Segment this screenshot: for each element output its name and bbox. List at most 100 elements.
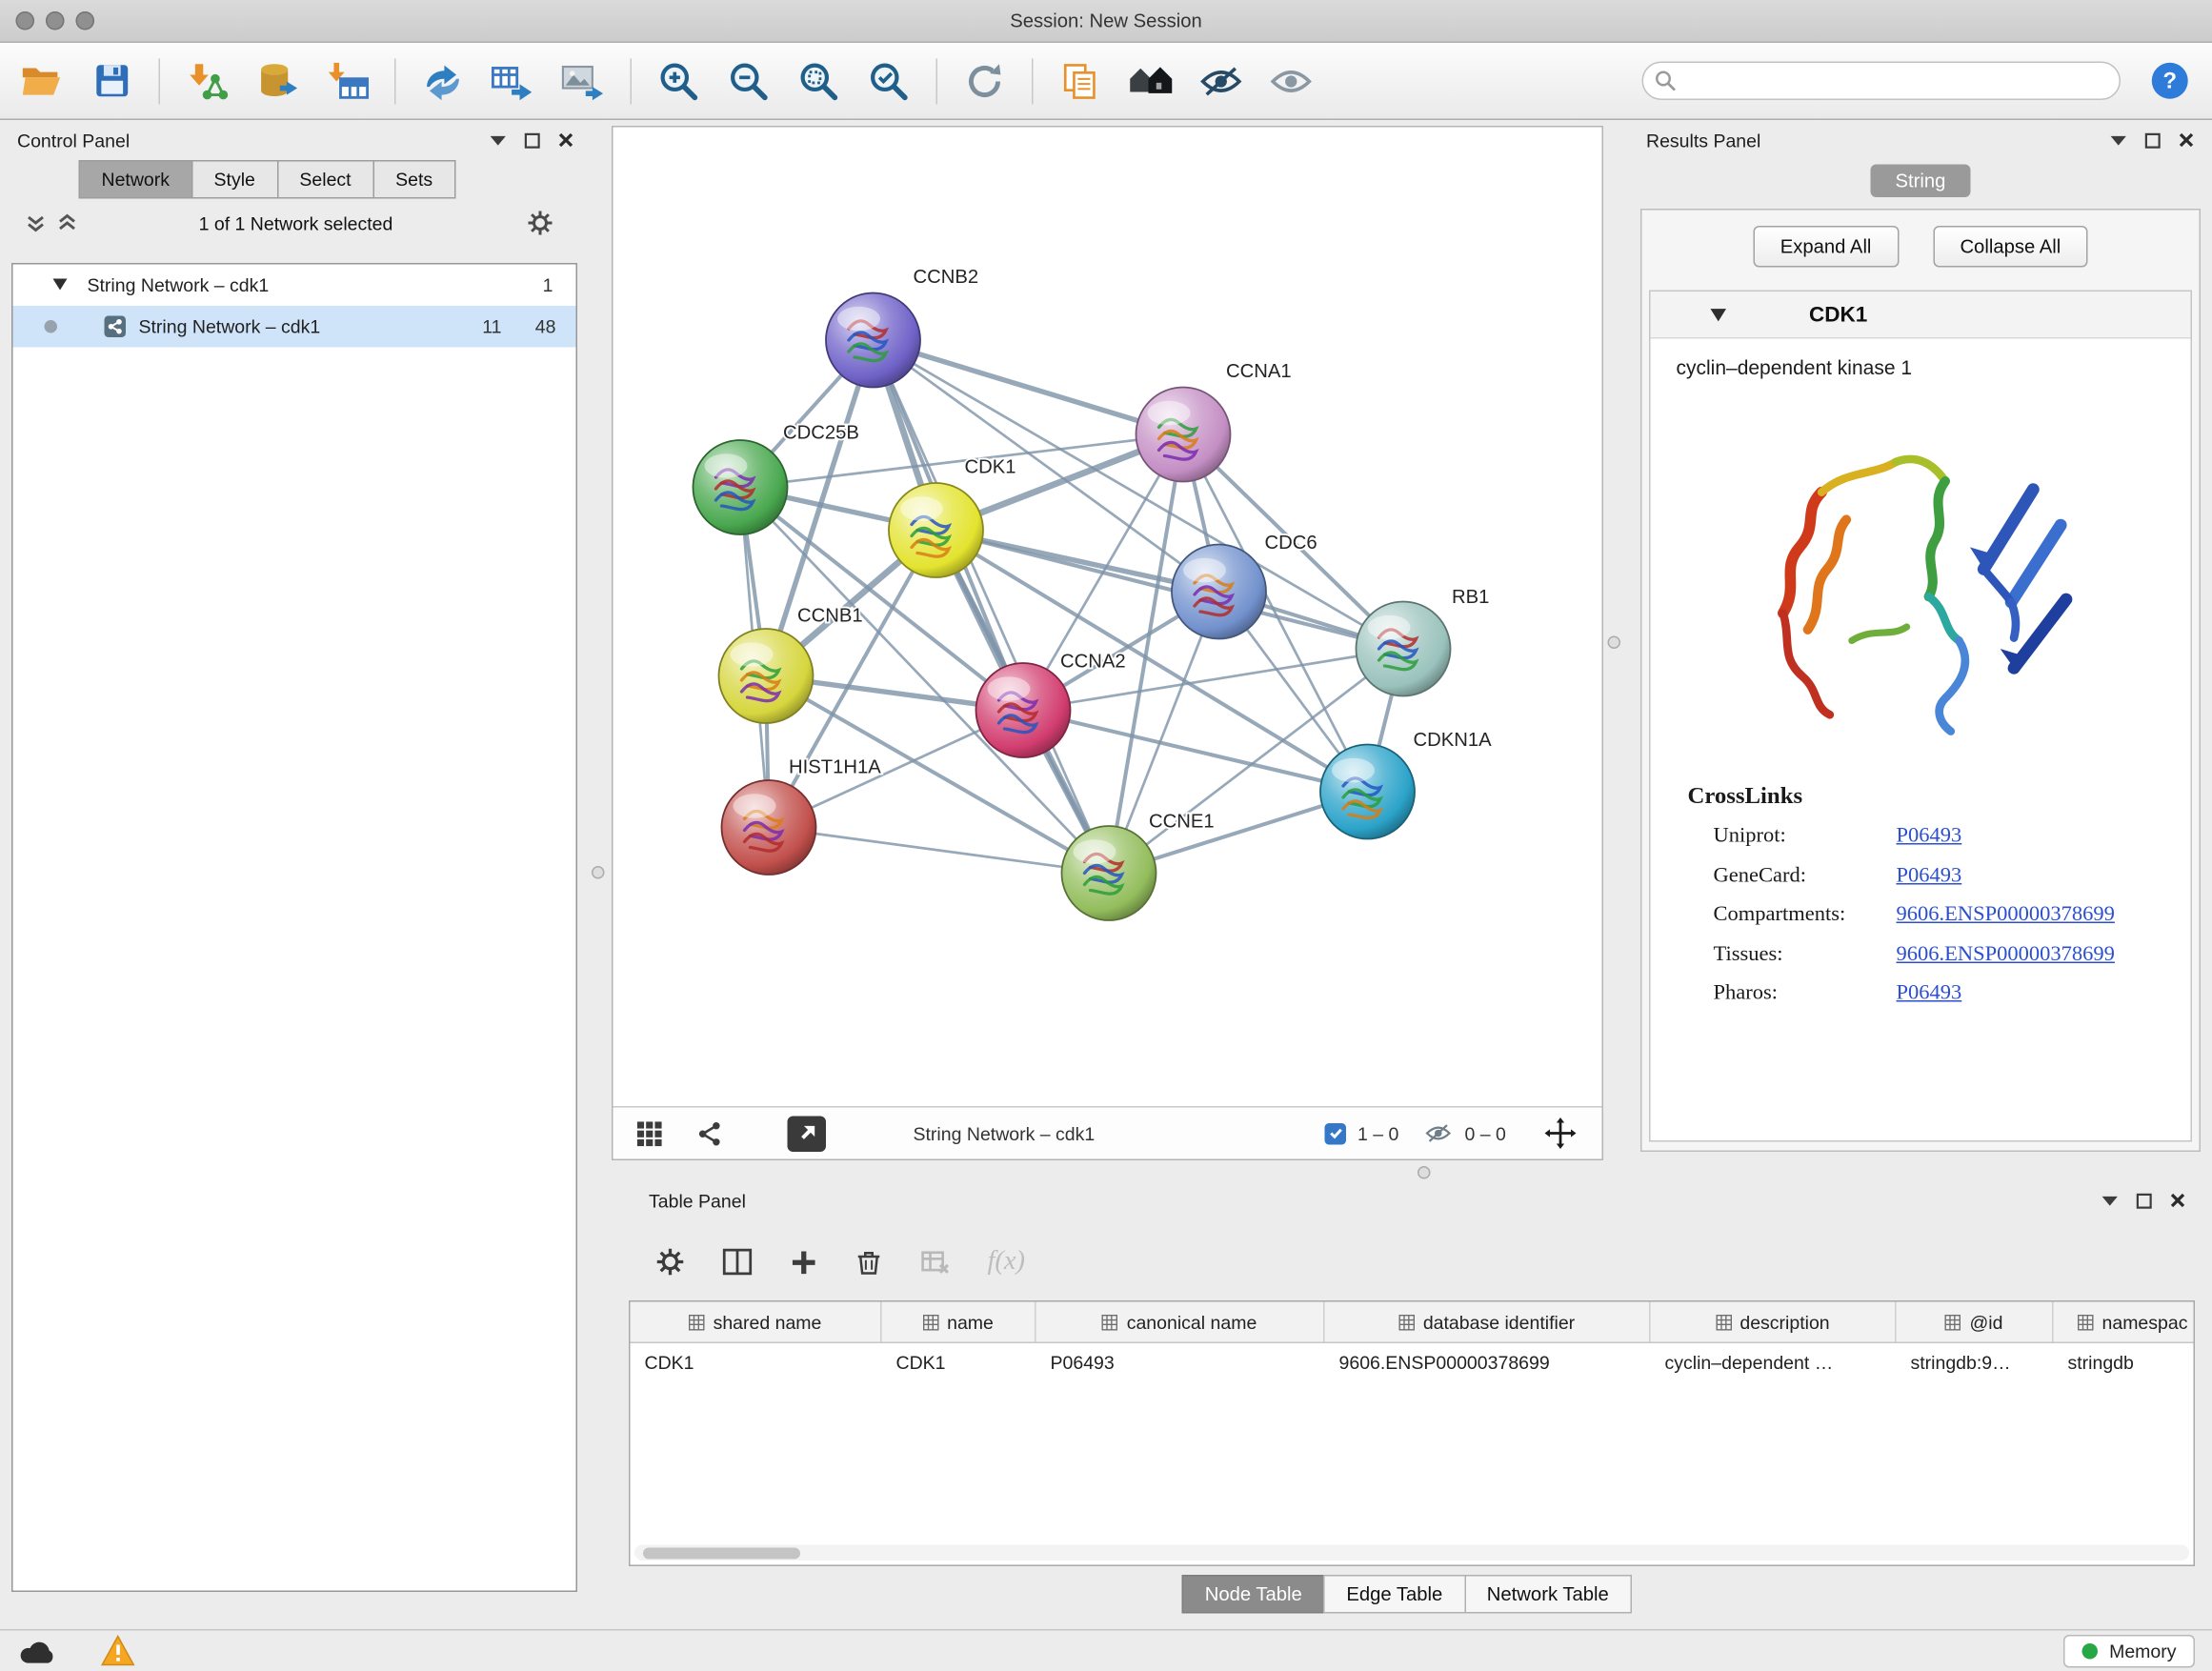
tab-network[interactable]: Network [79, 160, 193, 199]
refresh-icon [963, 59, 1006, 102]
table-row[interactable]: CDK1CDK1P064939606.ENSP00000378699cyclin… [631, 1343, 2194, 1382]
network-edge[interactable] [874, 340, 1110, 874]
collection-count: 1 [543, 274, 553, 296]
column-header-shared-name[interactable]: shared name [631, 1302, 882, 1342]
table-cell[interactable]: stringdb [2054, 1343, 2196, 1382]
collapse-all-button[interactable]: Collapse All [1933, 226, 2088, 268]
network-edge[interactable] [936, 531, 1404, 650]
delete-table-icon-disabled [919, 1247, 953, 1278]
left-splitter-handle[interactable] [592, 866, 605, 879]
table-cell[interactable]: cyclin–dependent … [1651, 1343, 1897, 1382]
minimize-window-button[interactable] [46, 11, 65, 30]
show-columns-icon[interactable] [722, 1246, 754, 1278]
open-session-button[interactable] [11, 50, 71, 112]
show-all-button[interactable] [1120, 50, 1180, 112]
open-in-window-button[interactable] [788, 1108, 827, 1159]
hide-selected-button[interactable] [1191, 50, 1251, 112]
tab-style[interactable]: Style [191, 160, 278, 199]
close-window-button[interactable] [16, 11, 35, 30]
main-toolbar: ? [0, 43, 2212, 120]
show-hidden-button[interactable] [1260, 50, 1320, 112]
table-header-row: shared namenamecanonical namedatabase id… [631, 1302, 2194, 1344]
save-session-button[interactable] [82, 50, 142, 112]
cloud-icon[interactable] [17, 1637, 57, 1665]
import-table-button[interactable] [317, 50, 377, 112]
table-cell[interactable]: CDK1 [631, 1343, 882, 1382]
table-cell[interactable]: stringdb:9… [1897, 1343, 2054, 1382]
help-button[interactable]: ? [2151, 62, 2190, 101]
panel-menu-icon[interactable] [2109, 133, 2128, 147]
column-header-database-identifier[interactable]: database identifier [1325, 1302, 1651, 1342]
warning-icon[interactable] [100, 1635, 136, 1666]
section-disclosure-icon[interactable] [1711, 308, 1727, 321]
network-collection-row[interactable]: String Network – cdk1 1 [13, 265, 576, 307]
delete-column-icon[interactable] [855, 1247, 883, 1278]
export-image-button[interactable] [553, 50, 613, 112]
bottom-splitter-handle[interactable] [1418, 1166, 1431, 1179]
tab-sets[interactable]: Sets [372, 160, 455, 199]
selected-checkbox[interactable] [1325, 1108, 1347, 1159]
panel-menu-icon[interactable] [489, 133, 508, 147]
export-network-button[interactable] [483, 50, 543, 112]
table-cell[interactable]: 9606.ENSP00000378699 [1325, 1343, 1651, 1382]
network-node-ccna1[interactable] [1136, 388, 1231, 482]
memory-button[interactable]: Memory [2063, 1634, 2195, 1667]
crosslink-link[interactable]: P06493 [1897, 982, 1962, 1007]
node-label-cdc25b: CDC25B [783, 423, 859, 444]
close-panel-icon[interactable] [2178, 131, 2195, 149]
tab-edge-table[interactable]: Edge Table [1323, 1575, 1465, 1614]
column-header-description[interactable]: description [1651, 1302, 1897, 1342]
tab-network-table[interactable]: Network Table [1464, 1575, 1632, 1614]
copy-button[interactable] [1051, 50, 1111, 112]
zoom-out-button[interactable] [719, 50, 779, 112]
table-cell[interactable]: P06493 [1036, 1343, 1325, 1382]
crosslink-link[interactable]: 9606.ENSP00000378699 [1897, 903, 2115, 928]
search-input[interactable] [1642, 62, 2122, 101]
float-panel-icon[interactable] [2137, 1193, 2153, 1209]
close-panel-icon[interactable] [2169, 1192, 2186, 1209]
network-canvas[interactable]: CCNB2CCNA1CDC25BCDK1CDC6RB1CCNB1CCNA2CDK… [613, 128, 1602, 1057]
network-node-cdk1[interactable] [889, 483, 983, 577]
hscrollbar-thumb[interactable] [643, 1547, 800, 1559]
crosslink-row: Compartments:9606.ENSP00000378699 [1714, 903, 2191, 928]
column-header--id[interactable]: @id [1897, 1302, 2054, 1342]
apply-layout-button[interactable] [955, 50, 1015, 112]
network-node-cdkn1a[interactable] [1320, 745, 1415, 839]
zoom-fit-button[interactable] [789, 50, 849, 112]
network-edge[interactable] [874, 340, 1184, 434]
close-panel-icon[interactable] [557, 131, 574, 149]
import-network-file-button[interactable] [177, 50, 237, 112]
tab-node-table[interactable]: Node Table [1182, 1575, 1325, 1614]
column-header-canonical-name[interactable]: canonical name [1036, 1302, 1325, 1342]
pan-crosshair-icon[interactable] [1545, 1108, 1577, 1159]
network-overview-icon[interactable] [696, 1108, 724, 1159]
column-header-namespac[interactable]: namespac [2054, 1302, 2196, 1342]
tab-string[interactable]: String [1871, 165, 1970, 198]
crosslink-link[interactable]: 9606.ENSP00000378699 [1897, 942, 2115, 967]
hidden-eye-icon[interactable] [1425, 1108, 1453, 1159]
disclosure-triangle-icon[interactable] [53, 279, 68, 291]
column-header-name[interactable]: name [882, 1302, 1036, 1342]
table-hscrollbar[interactable] [634, 1545, 2189, 1561]
table-cell[interactable]: CDK1 [882, 1343, 1036, 1382]
zoom-in-button[interactable] [649, 50, 709, 112]
float-panel-icon[interactable] [2145, 132, 2162, 149]
network-options-gear-icon[interactable] [526, 209, 554, 237]
crosslink-link[interactable]: P06493 [1897, 825, 1962, 850]
network-node-ccnb1[interactable] [719, 629, 814, 723]
import-network-database-button[interactable] [248, 50, 308, 112]
panel-menu-icon[interactable] [2101, 1194, 2120, 1207]
share-network-button[interactable] [413, 50, 473, 112]
zoom-window-button[interactable] [76, 11, 95, 30]
right-splitter-handle[interactable] [1608, 636, 1621, 650]
zoom-selected-button[interactable] [859, 50, 919, 112]
float-panel-icon[interactable] [525, 132, 541, 149]
add-column-icon[interactable] [789, 1247, 819, 1278]
crosslink-link[interactable]: P06493 [1897, 864, 1962, 889]
grid-view-icon[interactable] [636, 1108, 664, 1159]
table-options-gear-icon[interactable] [654, 1246, 686, 1278]
expand-all-button[interactable]: Expand All [1753, 226, 1899, 268]
tab-select[interactable]: Select [276, 160, 373, 199]
network-edge[interactable] [769, 828, 1109, 874]
network-row-selected[interactable]: String Network – cdk1 11 48 [13, 306, 576, 348]
